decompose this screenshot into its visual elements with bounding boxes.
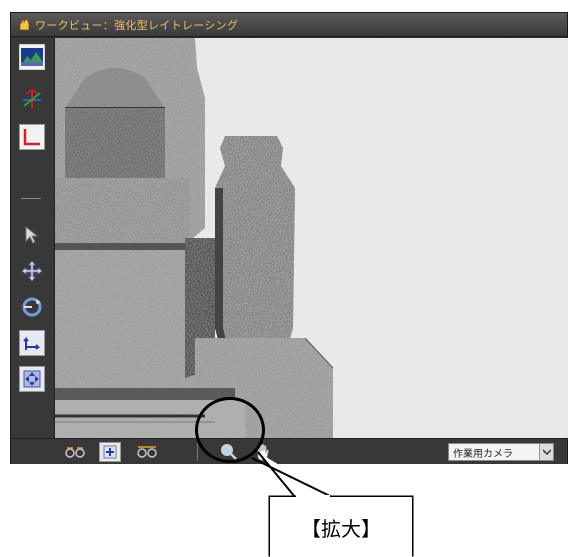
app-hand-icon bbox=[17, 18, 31, 32]
plus-icon[interactable] bbox=[99, 442, 121, 462]
chevron-down-icon[interactable] bbox=[539, 444, 553, 460]
corner-frame-icon[interactable] bbox=[19, 124, 45, 150]
pan-corner-icon[interactable] bbox=[19, 330, 45, 356]
zoom-highlight-circle bbox=[195, 397, 265, 463]
title-bar: ワークビュー：強化型レイトレーシング bbox=[11, 13, 567, 37]
texture-view-icon[interactable] bbox=[19, 44, 45, 70]
window-title: ワークビュー：強化型レイトレーシング bbox=[35, 18, 239, 32]
camera-select-value: 作業用カメラ bbox=[453, 448, 513, 460]
work-view-window: ワークビュー：強化型レイトレーシング 作業用カメラ bbox=[10, 12, 568, 464]
rotate-icon[interactable] bbox=[19, 294, 45, 320]
render-viewport[interactable] bbox=[55, 38, 568, 438]
camera-select[interactable]: 作業用カメラ bbox=[448, 443, 554, 461]
fit-view-icon[interactable] bbox=[19, 366, 45, 392]
walk-right-icon[interactable] bbox=[135, 442, 159, 462]
select-arrow-icon[interactable] bbox=[19, 222, 45, 248]
axis-icon[interactable] bbox=[19, 86, 45, 112]
left-toolbar bbox=[11, 38, 55, 438]
bottom-toolbar: 作業用カメラ bbox=[11, 438, 567, 464]
toolbar-separator bbox=[197, 443, 198, 461]
move-icon[interactable] bbox=[19, 258, 45, 284]
callout-label: 【拡大】 bbox=[270, 497, 412, 557]
toolbar-divider bbox=[21, 198, 41, 199]
walk-left-icon[interactable] bbox=[63, 442, 87, 462]
tombstone-model bbox=[55, 38, 334, 438]
